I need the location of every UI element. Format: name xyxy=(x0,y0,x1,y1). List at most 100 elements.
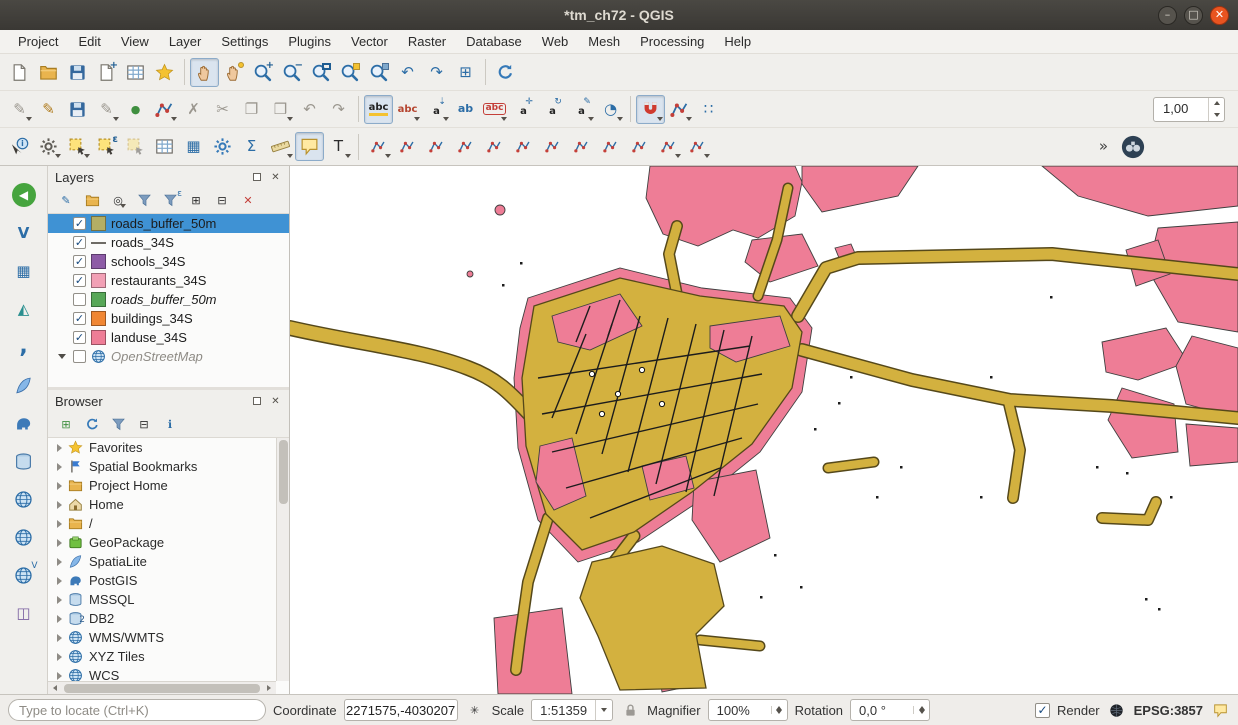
layer-checkbox[interactable] xyxy=(73,293,86,306)
stroke-width-value[interactable]: 1,00 xyxy=(1154,98,1208,121)
browser-horizontal-scrollbar[interactable] xyxy=(48,681,276,694)
refresh-button[interactable] xyxy=(491,58,520,87)
identify-features-button[interactable] xyxy=(5,132,34,161)
add-vector-layer-button[interactable]: V xyxy=(9,218,39,248)
show-hide-labels-button[interactable]: abc xyxy=(480,95,509,124)
data-source-manager-button[interactable]: ◀ xyxy=(9,180,39,210)
expander-icon[interactable] xyxy=(57,539,62,547)
browser-item-db2[interactable]: 2DB2 xyxy=(48,609,289,628)
manage-map-themes-button[interactable]: ◎ xyxy=(109,192,127,210)
layer-label[interactable]: roads_34S xyxy=(111,235,174,250)
expander-icon[interactable] xyxy=(57,520,62,528)
vertex-tool-button[interactable] xyxy=(150,95,179,124)
copy-move-feature-button[interactable] xyxy=(393,132,422,161)
scroll-right-button[interactable] xyxy=(262,685,276,691)
add-part-button[interactable] xyxy=(509,132,538,161)
menu-settings[interactable]: Settings xyxy=(211,32,278,51)
stroke-width-spinbox[interactable]: 1,00 xyxy=(1153,97,1225,122)
add-raster-layer-button[interactable]: ▦ xyxy=(9,256,39,286)
coordinate-box[interactable] xyxy=(344,699,458,721)
add-mesh-layer-button[interactable]: ◭ xyxy=(9,294,39,324)
zoom-in-button[interactable]: + xyxy=(248,58,277,87)
layer-checkbox[interactable]: ✓ xyxy=(73,217,86,230)
minimize-button[interactable]: – xyxy=(1158,6,1177,25)
expander-icon[interactable] xyxy=(57,463,62,471)
expander-icon[interactable] xyxy=(57,672,62,680)
expander-icon[interactable] xyxy=(57,634,62,642)
zoom-full-button[interactable] xyxy=(306,58,335,87)
scale-dropdown-button[interactable] xyxy=(595,700,612,720)
magnifier-down-button[interactable] xyxy=(772,710,787,714)
zoom-to-layer-button[interactable] xyxy=(364,58,393,87)
scale-value[interactable]: 1:51359 xyxy=(532,703,595,718)
expander-icon[interactable] xyxy=(57,615,62,623)
render-checkbox[interactable]: ✓ xyxy=(1035,703,1050,718)
layer-row-buildings-34s[interactable]: ✓ buildings_34S xyxy=(48,309,289,328)
filter-by-expression-button[interactable]: ε xyxy=(161,192,179,210)
browser-panel-header[interactable]: Browser ✕ xyxy=(48,390,289,412)
delete-ring-button[interactable] xyxy=(567,132,596,161)
change-label-button[interactable]: a✎ xyxy=(567,95,596,124)
pan-to-selection-button[interactable] xyxy=(219,58,248,87)
toggle-editing-button[interactable]: ✎ xyxy=(34,95,63,124)
show-layout-manager-button[interactable] xyxy=(121,58,150,87)
collapse-all-button[interactable]: ⊟ xyxy=(213,192,231,210)
open-layer-styling-button[interactable]: ✎ xyxy=(57,192,75,210)
pin-labels-button[interactable]: a⇣ xyxy=(422,95,451,124)
menu-raster[interactable]: Raster xyxy=(398,32,456,51)
statistical-summary-button[interactable]: Σ xyxy=(237,132,266,161)
snapping-options-button[interactable] xyxy=(636,95,665,124)
layer-row-schools-34s[interactable]: ✓ schools_34S xyxy=(48,252,289,271)
titlebar[interactable]: *tm_ch72 - QGIS – □ ✕ xyxy=(0,0,1238,30)
maximize-button[interactable]: □ xyxy=(1184,6,1203,25)
menu-web[interactable]: Web xyxy=(532,32,579,51)
messages-button[interactable] xyxy=(1210,700,1230,720)
add-mssql-layer-button[interactable] xyxy=(9,446,39,476)
scroll-left-button[interactable] xyxy=(48,685,62,691)
browser-item-wms-wmts[interactable]: WMS/WMTS xyxy=(48,628,289,647)
layer-label[interactable]: roads_buffer_50m xyxy=(111,292,217,307)
select-by-expression-button[interactable]: ε xyxy=(92,132,121,161)
field-calculator-button[interactable]: ▦ xyxy=(179,132,208,161)
layer-label[interactable]: landuse_34S xyxy=(111,330,187,345)
save-project-button[interactable] xyxy=(63,58,92,87)
expander-icon[interactable] xyxy=(57,577,62,585)
layers-panel-header[interactable]: Layers ✕ xyxy=(48,166,289,188)
menu-help[interactable]: Help xyxy=(714,32,761,51)
browser-vertical-scrollbar[interactable] xyxy=(276,438,289,681)
add-delimited-text-layer-button[interactable]: , xyxy=(9,332,39,362)
rotation-value[interactable]: 0,0 ° xyxy=(851,703,913,718)
reshape-features-button[interactable] xyxy=(625,132,654,161)
layer-row-landuse-34s[interactable]: ✓ landuse_34S xyxy=(48,328,289,347)
add-wcs-layer-button[interactable] xyxy=(9,522,39,552)
crs-status-button[interactable] xyxy=(1107,700,1127,720)
stroke-width-up-button[interactable] xyxy=(1209,98,1224,110)
diagram-options-button[interactable]: ◔ xyxy=(596,95,625,124)
locator-box[interactable] xyxy=(8,699,266,721)
zoom-out-button[interactable]: − xyxy=(277,58,306,87)
save-layer-edits-button[interactable] xyxy=(63,95,92,124)
layer-checkbox[interactable]: ✓ xyxy=(73,274,86,287)
properties-button[interactable]: ℹ xyxy=(161,416,179,434)
rotation-down-button[interactable] xyxy=(914,710,929,714)
new-map-view-button[interactable]: ⊞ xyxy=(451,58,480,87)
menu-database[interactable]: Database xyxy=(456,32,532,51)
scrollbar-thumb[interactable] xyxy=(279,440,288,504)
redo-button[interactable]: ↷ xyxy=(324,95,353,124)
processing-toolbox-button[interactable] xyxy=(208,132,237,161)
layer-row-restaurants-34s[interactable]: ✓ restaurants_34S xyxy=(48,271,289,290)
move-label-button[interactable]: a✛ xyxy=(509,95,538,124)
menu-project[interactable]: Project xyxy=(8,32,68,51)
close-panel-button[interactable]: ✕ xyxy=(269,171,282,184)
snap-grid-button[interactable]: ∷ xyxy=(694,95,723,124)
toolbar-overflow-button[interactable]: » xyxy=(1089,132,1118,161)
layer-checkbox[interactable] xyxy=(73,350,86,363)
pan-map-button[interactable] xyxy=(190,58,219,87)
style-manager-button[interactable] xyxy=(150,58,179,87)
add-spatialite-layer-button[interactable] xyxy=(9,370,39,400)
delete-part-button[interactable] xyxy=(596,132,625,161)
layer-row-roads-buffer-50m-unchecked[interactable]: roads_buffer_50m xyxy=(48,290,289,309)
new-print-layout-button[interactable]: + xyxy=(92,58,121,87)
undo-button[interactable]: ↶ xyxy=(295,95,324,124)
zoom-last-button[interactable]: ↶ xyxy=(393,58,422,87)
